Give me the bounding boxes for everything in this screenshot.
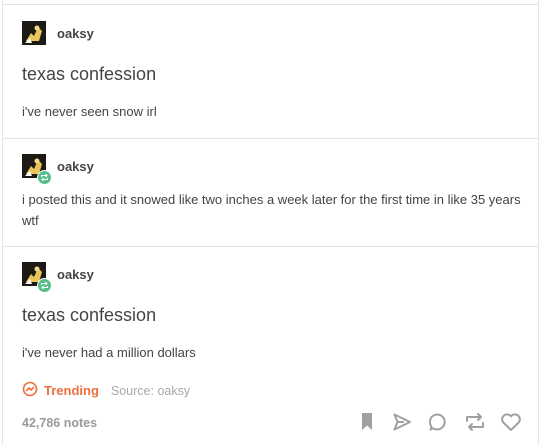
avatar[interactable] bbox=[22, 154, 52, 185]
reblog-username[interactable]: oaksy bbox=[57, 159, 94, 174]
reblog-badge-icon bbox=[37, 278, 52, 293]
reblog-badge-icon bbox=[37, 170, 52, 185]
post-body: i've never had a million dollars bbox=[22, 345, 196, 360]
bookmark-icon[interactable] bbox=[360, 412, 374, 437]
source-link[interactable]: Source: oaksy bbox=[111, 384, 190, 398]
reblog-divider bbox=[2, 246, 539, 247]
post-actions bbox=[358, 412, 524, 434]
trending-icon bbox=[22, 381, 38, 400]
notes-count[interactable]: 42,786 notes bbox=[22, 416, 97, 430]
reblog-divider bbox=[2, 138, 539, 139]
post-title: texas confession bbox=[22, 64, 157, 84]
top-divider bbox=[2, 4, 539, 5]
avatar[interactable] bbox=[22, 21, 46, 45]
reblog-body: i posted this and it snowed like two inc… bbox=[22, 192, 521, 228]
heart-icon[interactable] bbox=[500, 412, 522, 437]
post-body: i've never seen snow irl bbox=[22, 104, 157, 119]
avatar-image bbox=[22, 21, 46, 45]
share-icon[interactable] bbox=[392, 412, 412, 437]
post-title: texas confession bbox=[22, 305, 157, 325]
trending-label[interactable]: Trending bbox=[44, 383, 99, 398]
reblog-username[interactable]: oaksy bbox=[57, 267, 94, 282]
post-username[interactable]: oaksy bbox=[57, 26, 94, 41]
reblog-icon[interactable] bbox=[464, 412, 486, 437]
post-meta: Trending Source: oaksy bbox=[22, 381, 190, 400]
avatar[interactable] bbox=[22, 262, 52, 293]
reply-icon[interactable] bbox=[428, 412, 448, 437]
tumblr-post-thread: oaksy texas confession i've never seen s… bbox=[0, 0, 540, 445]
